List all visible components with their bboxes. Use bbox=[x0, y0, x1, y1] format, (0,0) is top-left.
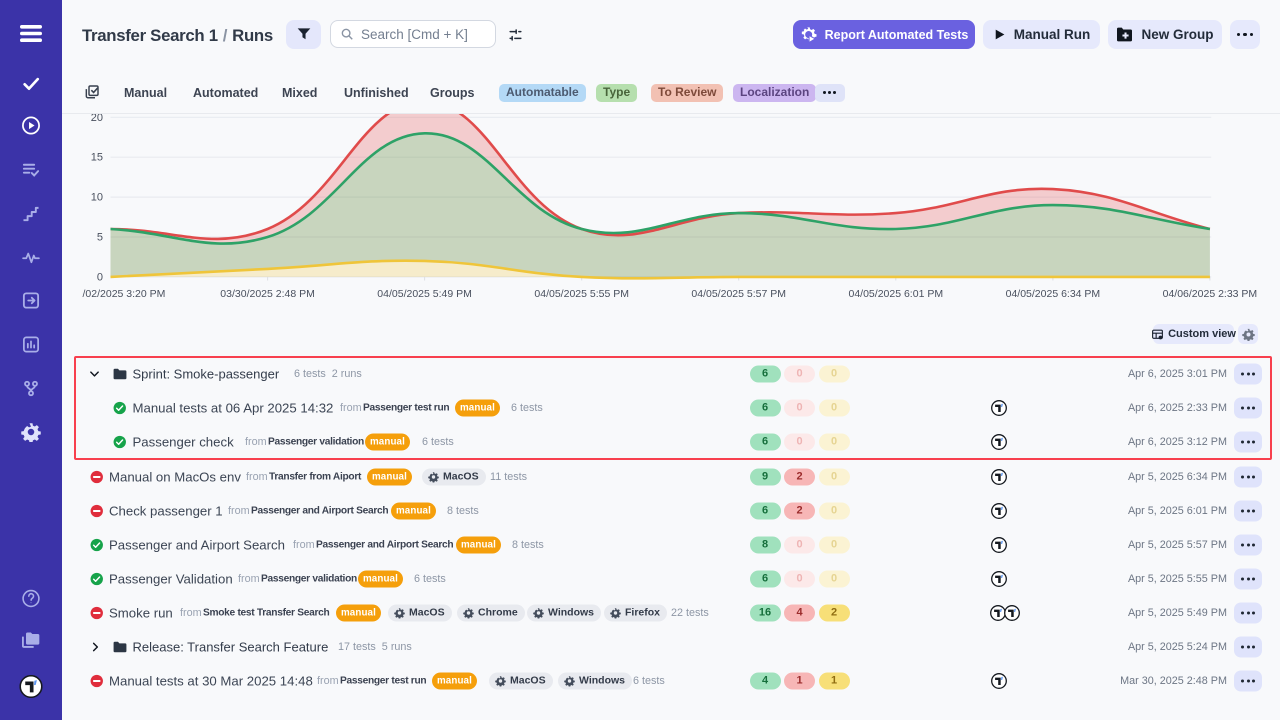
svg-text:04/05/2025 6:34 PM: 04/05/2025 6:34 PM bbox=[1006, 288, 1101, 300]
svg-text:04/05/2025 5:57 PM: 04/05/2025 5:57 PM bbox=[691, 288, 786, 300]
svg-text:04/05/2025 5:49 PM: 04/05/2025 5:49 PM bbox=[377, 288, 472, 300]
svg-text:/02/2025 3:20 PM: /02/2025 3:20 PM bbox=[83, 288, 166, 300]
svg-text:04/05/2025 6:01 PM: 04/05/2025 6:01 PM bbox=[849, 288, 944, 300]
svg-text:20: 20 bbox=[91, 114, 103, 124]
svg-text:10: 10 bbox=[91, 191, 103, 203]
svg-text:15: 15 bbox=[91, 151, 103, 163]
svg-text:03/30/2025 2:48 PM: 03/30/2025 2:48 PM bbox=[220, 288, 315, 300]
svg-text:04/06/2025 2:33 PM: 04/06/2025 2:33 PM bbox=[1163, 288, 1258, 300]
svg-text:0: 0 bbox=[97, 271, 103, 283]
svg-text:5: 5 bbox=[97, 231, 103, 243]
svg-text:04/05/2025 5:55 PM: 04/05/2025 5:55 PM bbox=[534, 288, 629, 300]
